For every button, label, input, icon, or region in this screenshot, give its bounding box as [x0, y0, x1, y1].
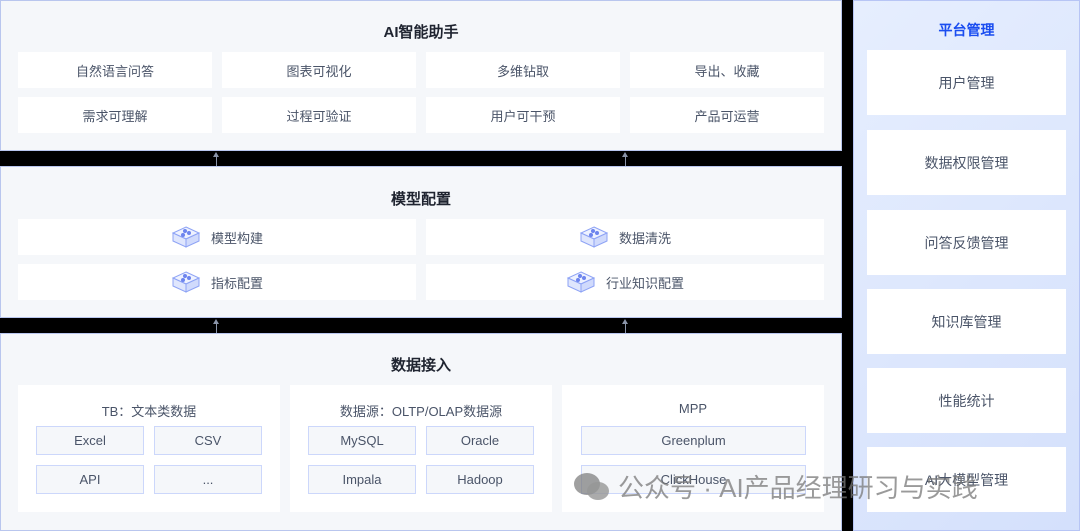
config-box: 数据清洗	[426, 219, 824, 255]
cube-icon	[171, 271, 201, 293]
feature-box: 图表可视化	[222, 52, 416, 88]
up-arrow-icon	[622, 152, 628, 166]
feature-box: 导出、收藏	[630, 52, 824, 88]
platform-management-panel: 平台管理 用户管理 数据权限管理 问答反馈管理 知识库管理 性能统计 AI大模型…	[853, 0, 1080, 531]
card-title: TB：文本类数据	[101, 404, 197, 419]
config-label: 指标配置	[210, 275, 263, 291]
management-item: 数据权限管理	[867, 130, 1066, 195]
source-card: 数据源：OLTP/OLAP数据源 MySQL Oracle Impala Had…	[290, 385, 552, 512]
feature-box: 自然语言问答	[18, 52, 212, 88]
up-arrow-icon	[213, 319, 219, 333]
source-card: MPP Greenplum ClickHouse	[562, 385, 824, 512]
layer-title: AI智能助手	[383, 24, 459, 41]
feature-box: 需求可理解	[18, 97, 212, 133]
cube-icon	[579, 226, 609, 248]
ai-assistant-layer: AI智能助手 自然语言问答 图表可视化 多维钻取 导出、收藏 需求可理解 过程可…	[0, 0, 842, 151]
config-box: 指标配置	[18, 264, 416, 300]
card-title: MPP	[678, 401, 708, 416]
feature-box: 多维钻取	[426, 52, 620, 88]
source-item: Impala	[308, 465, 416, 494]
source-item: API	[36, 465, 144, 494]
config-label: 模型构建	[210, 230, 263, 246]
card-title: 数据源：OLTP/OLAP数据源	[339, 404, 503, 419]
management-item: AI大模型管理	[867, 447, 1066, 512]
model-config-layer: 模型配置 模型构建 数据清洗 指标配置 行业知识配置	[0, 166, 842, 318]
cube-icon	[171, 226, 201, 248]
source-item: Excel	[36, 426, 144, 455]
cube-icon	[566, 271, 596, 293]
config-box: 模型构建	[18, 219, 416, 255]
source-item: Hadoop	[426, 465, 534, 494]
feature-box: 过程可验证	[222, 97, 416, 133]
layer-title: 模型配置	[390, 191, 451, 208]
source-item: Oracle	[426, 426, 534, 455]
source-card: TB：文本类数据 Excel CSV API ...	[18, 385, 280, 512]
management-item: 知识库管理	[867, 289, 1066, 354]
feature-box: 产品可运营	[630, 97, 824, 133]
source-item: ...	[154, 465, 262, 494]
panel-title: 平台管理	[938, 22, 995, 38]
up-arrow-icon	[622, 319, 628, 333]
source-item: Greenplum	[581, 426, 806, 455]
source-item: MySQL	[308, 426, 416, 455]
config-box: 行业知识配置	[426, 264, 824, 300]
source-item: CSV	[154, 426, 262, 455]
layer-title: 数据接入	[390, 357, 451, 374]
data-ingest-layer: 数据接入 TB：文本类数据 Excel CSV API ... 数据源：OLTP…	[0, 333, 842, 531]
up-arrow-icon	[213, 152, 219, 166]
management-item: 性能统计	[867, 368, 1066, 433]
config-label: 行业知识配置	[605, 275, 684, 291]
config-label: 数据清洗	[618, 230, 671, 246]
management-item: 用户管理	[867, 50, 1066, 115]
management-item: 问答反馈管理	[867, 210, 1066, 275]
source-item: ClickHouse	[581, 465, 806, 494]
feature-box: 用户可干预	[426, 97, 620, 133]
